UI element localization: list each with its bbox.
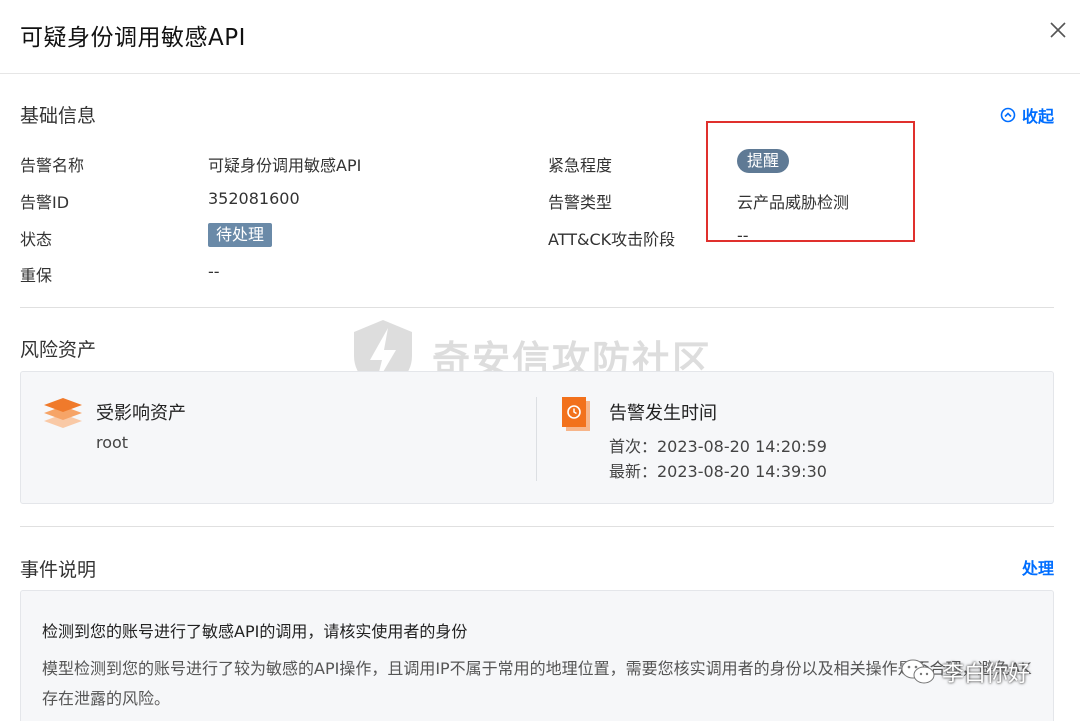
section-divider (20, 526, 1054, 527)
layers-icon (44, 398, 82, 428)
attck-stage-label: ATT&CK攻击阶段 (548, 230, 676, 249)
insured-value: -- (208, 262, 220, 281)
first-time: 首次：2023-08-20 14:20:59 (609, 437, 827, 456)
panel-divider (536, 397, 537, 481)
highlight-box (706, 121, 915, 242)
event-description-heading: 事件说明 (20, 559, 97, 581)
alert-name-label: 告警名称 (20, 156, 85, 175)
alert-time-title: 告警发生时间 (609, 403, 717, 424)
status-badge: 待处理 (208, 223, 273, 247)
affected-asset-value: root (96, 433, 129, 452)
urgency-label: 紧急程度 (548, 156, 613, 175)
chevron-up-circle-icon (1000, 107, 1016, 123)
latest-time: 最新：2023-08-20 14:39:30 (609, 462, 827, 481)
wechat-icon (901, 659, 935, 684)
handle-link[interactable]: 处理 (1022, 555, 1054, 579)
affected-asset-title: 受影响资产 (96, 403, 186, 424)
wechat-watermark: 李白你好 (900, 656, 1030, 688)
alert-id-label: 告警ID (20, 193, 70, 212)
clock-icon (562, 397, 590, 431)
alert-type-label: 告警类型 (548, 193, 613, 212)
wechat-watermark-text: 李白你好 (942, 662, 1031, 687)
alert-id-value: 352081600 (208, 189, 300, 208)
basic-info-heading: 基础信息 (20, 105, 97, 127)
alert-name-value: 可疑身份调用敏感API (208, 156, 362, 175)
close-icon[interactable] (1046, 18, 1070, 42)
event-body: 模型检测到您的账号进行了较为敏感的API操作，且调用IP不属于常用的地理位置，需… (42, 659, 1032, 708)
insured-label: 重保 (20, 266, 53, 285)
dialog-title: 可疑身份调用敏感API (20, 25, 246, 51)
risk-assets-panel (20, 371, 1054, 504)
event-headline: 检测到您的账号进行了敏感API的调用，请核实使用者的身份 (42, 622, 468, 641)
risk-assets-heading: 风险资产 (20, 339, 97, 361)
collapse-label: 收起 (1021, 107, 1054, 126)
status-label: 状态 (20, 230, 53, 249)
section-divider (20, 307, 1054, 308)
dialog-header: 可疑身份调用敏感API (0, 0, 1080, 74)
collapse-button[interactable]: 收起 (1000, 103, 1054, 127)
